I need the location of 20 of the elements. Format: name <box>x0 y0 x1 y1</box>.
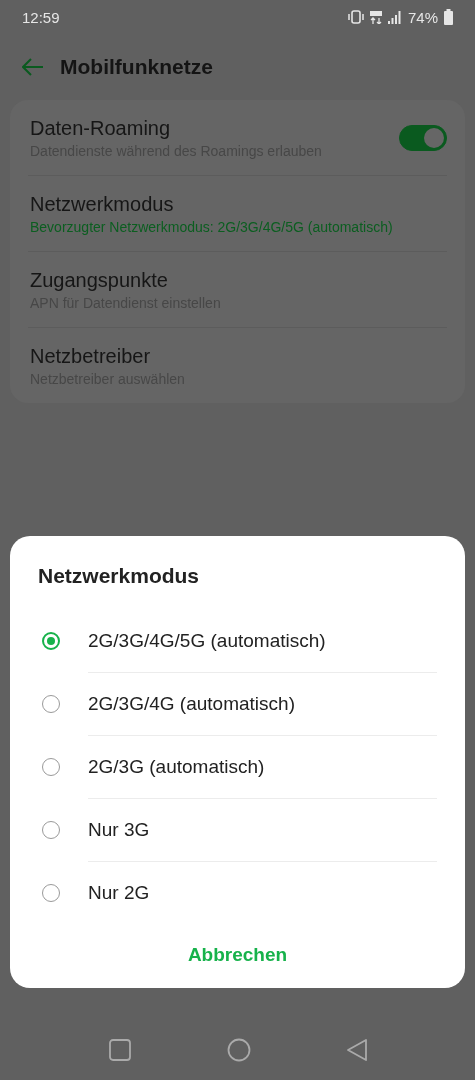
data-icon <box>369 10 382 24</box>
page-title: Mobilfunknetze <box>60 55 213 79</box>
option-label[interactable]: Nur 2G <box>88 882 150 904</box>
signal-icon <box>387 10 402 24</box>
back-icon[interactable] <box>22 58 44 76</box>
recents-icon[interactable] <box>107 1038 132 1062</box>
toggle-switch[interactable] <box>399 124 447 151</box>
battery-percentage: 74% <box>407 8 438 26</box>
back-icon[interactable] <box>345 1038 368 1062</box>
home-icon[interactable] <box>226 1038 251 1062</box>
battery-icon <box>444 9 453 25</box>
setting-subtitle: Bevorzugter Netzwerkmodus: 2G/3G/4G/5G (automatisch) <box>30 218 394 235</box>
option-label[interactable]: 2G/3G/4G/5G (automatisch) <box>88 630 326 652</box>
option-label[interactable]: 2G/3G/4G (automatisch) <box>88 693 295 715</box>
dialog-title: Netzwerkmodus <box>38 564 201 588</box>
option-label[interactable]: 2G/3G (automatisch) <box>88 756 265 778</box>
radio-button[interactable] <box>42 632 60 650</box>
option-label[interactable]: Nur 3G <box>88 819 150 841</box>
clock: 12:59 <box>22 8 60 26</box>
vibrate-icon <box>347 10 364 24</box>
